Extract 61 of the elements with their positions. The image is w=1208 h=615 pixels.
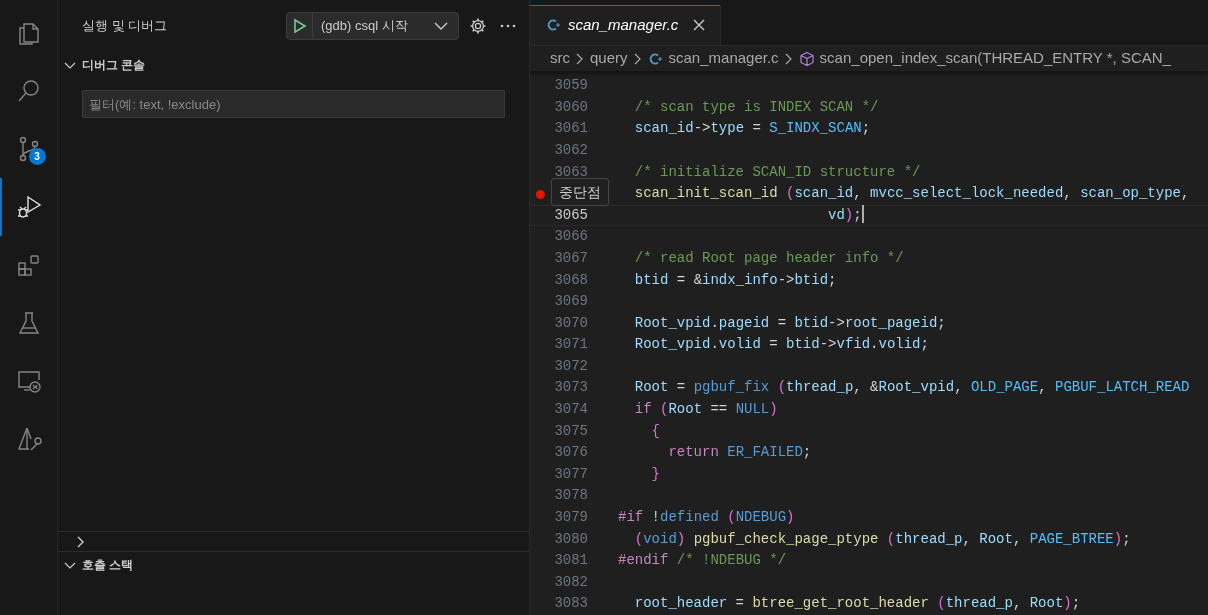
line-number: 3075	[554, 421, 588, 441]
line-number: 3065	[554, 205, 588, 225]
code-line: }	[650, 464, 660, 484]
filter-input[interactable]: 필터(예: text, !exclude)	[82, 90, 505, 118]
line-number: 3083	[554, 594, 588, 614]
line-number: 3072	[554, 356, 588, 376]
code-line: Root_vpid.volid = btid->vfid.volid;	[633, 335, 929, 355]
code-line: return ER_FAILED;	[667, 443, 812, 463]
breadcrumb-item[interactable]: scan_manager.c	[647, 47, 779, 70]
line-number: 3076	[554, 443, 588, 463]
code-line: btid = &indx_info->btid;	[633, 270, 837, 290]
settings-icon	[469, 17, 487, 35]
line-number: 3074	[554, 400, 588, 420]
breadcrumb-item[interactable]: query	[590, 47, 628, 70]
line-number: 3073	[554, 378, 588, 398]
line-number: 3077	[554, 464, 588, 484]
code-line: Root_vpid.pageid = btid->root_pageid;	[633, 313, 946, 333]
line-number: 3081	[554, 551, 588, 571]
line-number: 3082	[554, 572, 588, 592]
code-line: #if !defined (NDEBUG)	[618, 508, 795, 528]
line-number: 3068	[554, 270, 588, 290]
more-icon	[500, 24, 516, 28]
code-line: (void) pgbuf_check_page_ptype (thread_p, Root, PAGE_BTREE);	[633, 529, 1131, 549]
code-line: {	[650, 421, 660, 441]
code-line: /* scan type is INDEX SCAN */	[633, 97, 879, 117]
code-line: root_header = btree_get_root_header (thread_p, Root);	[633, 594, 1081, 614]
line-number: 3071	[554, 335, 588, 355]
activity-bar-item[interactable]: 3	[0, 120, 58, 178]
launch-config-dropdown[interactable]: (gdb) csql 시작	[286, 12, 459, 40]
line-number: 3067	[554, 248, 588, 268]
code-line: scan_id->type = S_INDX_SCAN;	[633, 119, 871, 139]
line-number: 3079	[554, 508, 588, 528]
line-number: 3062	[554, 140, 588, 160]
breakpoint-dot[interactable]	[536, 189, 545, 199]
badge-count: 3	[28, 148, 46, 165]
section-header[interactable]: 디버그 콘솔	[58, 52, 529, 78]
cube-icon	[798, 50, 815, 67]
line-number: 3066	[554, 227, 588, 247]
code-line: /* read Root page header info */	[633, 248, 904, 268]
line-number: 3078	[554, 486, 588, 506]
chevron-down-icon	[434, 21, 448, 31]
sidebar-title: 실행 및 디버그	[82, 17, 168, 36]
line-number: 3069	[554, 292, 588, 312]
line-number: 3070	[554, 313, 588, 333]
text-cursor	[861, 204, 864, 223]
line-number: 3061	[554, 119, 588, 139]
code-line: /* initialize SCAN_ID structure */	[633, 162, 921, 182]
editor-tab[interactable]: scan_manager.c	[530, 5, 722, 46]
code-line: Root = pgbuf_fix (thread_p, &Root_vpid, OLD_PAGE, PGBUF_LATCH_READ	[633, 378, 1190, 398]
code-line: #endif /* !NDEBUG */	[618, 551, 787, 571]
play-icon	[292, 18, 307, 34]
code-line: vd);	[827, 205, 862, 225]
code-line: if (Root == NULL)	[633, 400, 778, 420]
breadcrumb-item[interactable]: src	[550, 47, 570, 70]
breadcrumb-item[interactable]: scan_open_index_scan(THREAD_ENTRY *, SCAN_	[798, 47, 1171, 70]
code-line: scan_init_scan_id (scan_id, mvcc_select_lock_needed, scan_op_type,	[633, 184, 1190, 204]
tooltip: 중단점	[551, 178, 609, 207]
line-number: 3060	[554, 97, 588, 117]
line-number: 3080	[554, 529, 588, 549]
section-header[interactable]: 호출 스택	[58, 552, 529, 578]
line-number: 3059	[554, 76, 588, 96]
